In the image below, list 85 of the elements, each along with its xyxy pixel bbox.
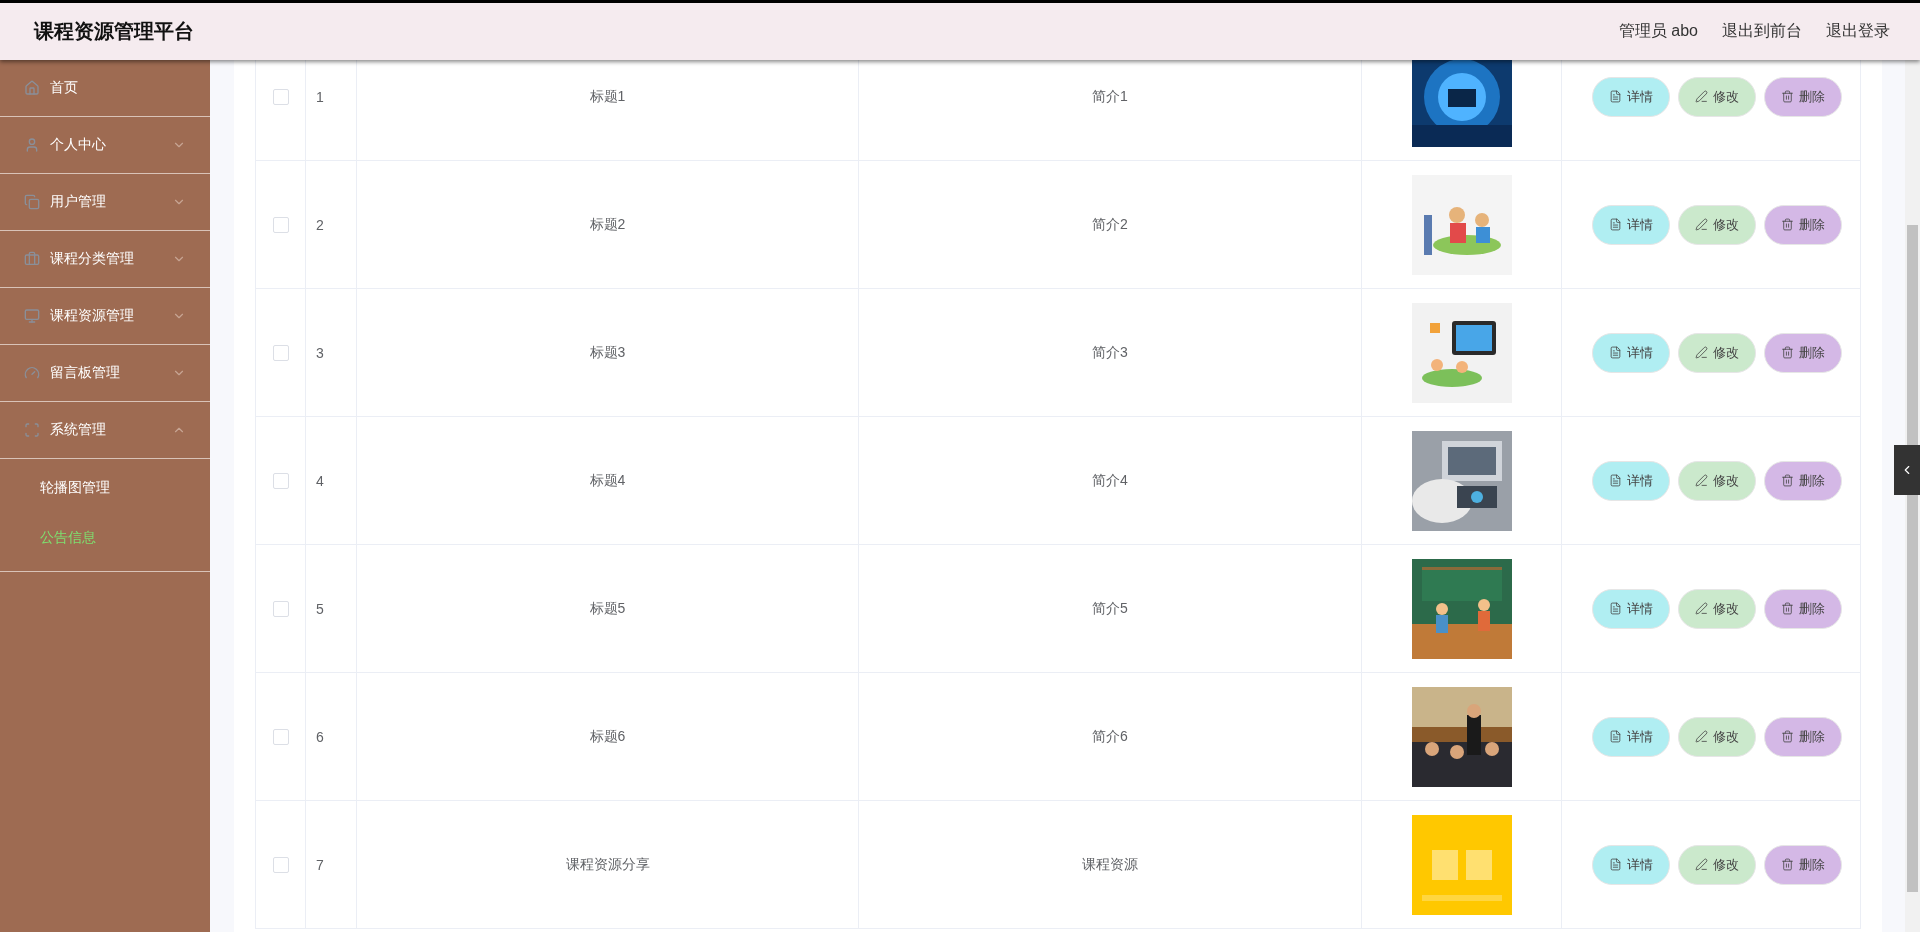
- table-cell: 简介5: [1092, 599, 1128, 618]
- table-cell: 简介4: [1092, 471, 1128, 490]
- pen-icon: [1695, 346, 1708, 359]
- trash-icon: [1781, 90, 1794, 103]
- trash-icon: [1781, 730, 1794, 743]
- submenu-item[interactable]: 轮播图管理: [0, 463, 210, 513]
- trash-icon: [1781, 474, 1794, 487]
- edit-button[interactable]: 修改: [1678, 588, 1756, 629]
- detail-button[interactable]: 详情: [1592, 332, 1670, 373]
- home-icon: [24, 80, 40, 96]
- table-cell: 6: [316, 728, 324, 745]
- briefcase-icon: [24, 251, 40, 267]
- edit-button[interactable]: 修改: [1678, 204, 1756, 245]
- table-cell: 简介3: [1092, 343, 1128, 362]
- gauge-icon: [24, 365, 40, 381]
- table-cell: 2: [316, 216, 324, 233]
- trash-icon: [1781, 218, 1794, 231]
- table-cell: 4: [316, 472, 324, 489]
- table-cell: 5: [316, 600, 324, 617]
- pen-icon: [1695, 218, 1708, 231]
- person-icon: [24, 137, 40, 153]
- monitor-icon: [24, 308, 40, 324]
- delete-button[interactable]: 删除: [1764, 332, 1842, 373]
- table-cell: 标题5: [589, 599, 626, 618]
- table-cell: 标题3: [589, 343, 626, 362]
- row-checkbox[interactable]: [272, 88, 289, 105]
- scrollbar[interactable]: [1905, 60, 1920, 932]
- detail-button[interactable]: 详情: [1592, 844, 1670, 885]
- trash-icon: [1781, 602, 1794, 615]
- document-icon: [1609, 218, 1622, 231]
- copy-icon: [24, 194, 40, 210]
- pen-icon: [1695, 730, 1708, 743]
- edit-button[interactable]: 修改: [1678, 76, 1756, 117]
- delete-button[interactable]: 删除: [1764, 588, 1842, 629]
- header-link[interactable]: 退出登录: [1826, 21, 1890, 42]
- row-checkbox[interactable]: [272, 472, 289, 489]
- detail-button[interactable]: 详情: [1592, 460, 1670, 501]
- pen-icon: [1695, 474, 1708, 487]
- table-cell: 简介2: [1092, 215, 1128, 234]
- table-cell: 课程资源分享: [565, 855, 650, 874]
- document-icon: [1609, 858, 1622, 871]
- row-checkbox[interactable]: [272, 728, 289, 745]
- table-cell: 课程资源: [1082, 855, 1138, 874]
- delete-button[interactable]: 删除: [1764, 716, 1842, 757]
- table-cell: 简介1: [1092, 87, 1128, 106]
- detail-button[interactable]: 详情: [1592, 204, 1670, 245]
- row-checkbox[interactable]: [272, 856, 289, 873]
- pen-icon: [1695, 858, 1708, 871]
- edit-button[interactable]: 修改: [1678, 332, 1756, 373]
- pen-icon: [1695, 602, 1708, 615]
- scrollbar-thumb[interactable]: [1907, 225, 1918, 892]
- delete-button[interactable]: 删除: [1764, 844, 1842, 885]
- detail-button[interactable]: 详情: [1592, 716, 1670, 757]
- pen-icon: [1695, 90, 1708, 103]
- document-icon: [1609, 602, 1622, 615]
- detail-button[interactable]: 详情: [1592, 588, 1670, 629]
- frame-icon: [24, 422, 40, 438]
- table-cell: 1: [316, 88, 324, 105]
- table-cell: 3: [316, 344, 324, 361]
- row-checkbox[interactable]: [272, 344, 289, 361]
- delete-button[interactable]: 删除: [1764, 204, 1842, 245]
- document-icon: [1609, 346, 1622, 359]
- row-checkbox[interactable]: [272, 216, 289, 233]
- document-icon: [1609, 90, 1622, 103]
- table-cell: 标题2: [589, 215, 626, 234]
- table-cell: 7: [316, 856, 324, 873]
- row-checkbox[interactable]: [272, 600, 289, 617]
- document-icon: [1609, 730, 1622, 743]
- trash-icon: [1781, 858, 1794, 871]
- table-cell: 标题1: [589, 87, 626, 106]
- edit-button[interactable]: 修改: [1678, 844, 1756, 885]
- edit-button[interactable]: 修改: [1678, 716, 1756, 757]
- delete-button[interactable]: 删除: [1764, 460, 1842, 501]
- table-cell: 标题4: [589, 471, 626, 490]
- delete-button[interactable]: 删除: [1764, 76, 1842, 117]
- edit-button[interactable]: 修改: [1678, 460, 1756, 501]
- header-link[interactable]: 退出到前台: [1722, 21, 1802, 42]
- detail-button[interactable]: 详情: [1592, 76, 1670, 117]
- app-title: 课程资源管理平台: [34, 19, 194, 44]
- table-cell: 简介6: [1092, 727, 1128, 746]
- document-icon: [1609, 474, 1622, 487]
- header-link[interactable]: 管理员 abo: [1618, 21, 1698, 42]
- table-cell: 标题6: [589, 727, 626, 746]
- trash-icon: [1781, 346, 1794, 359]
- collapse-tab[interactable]: [1894, 445, 1920, 495]
